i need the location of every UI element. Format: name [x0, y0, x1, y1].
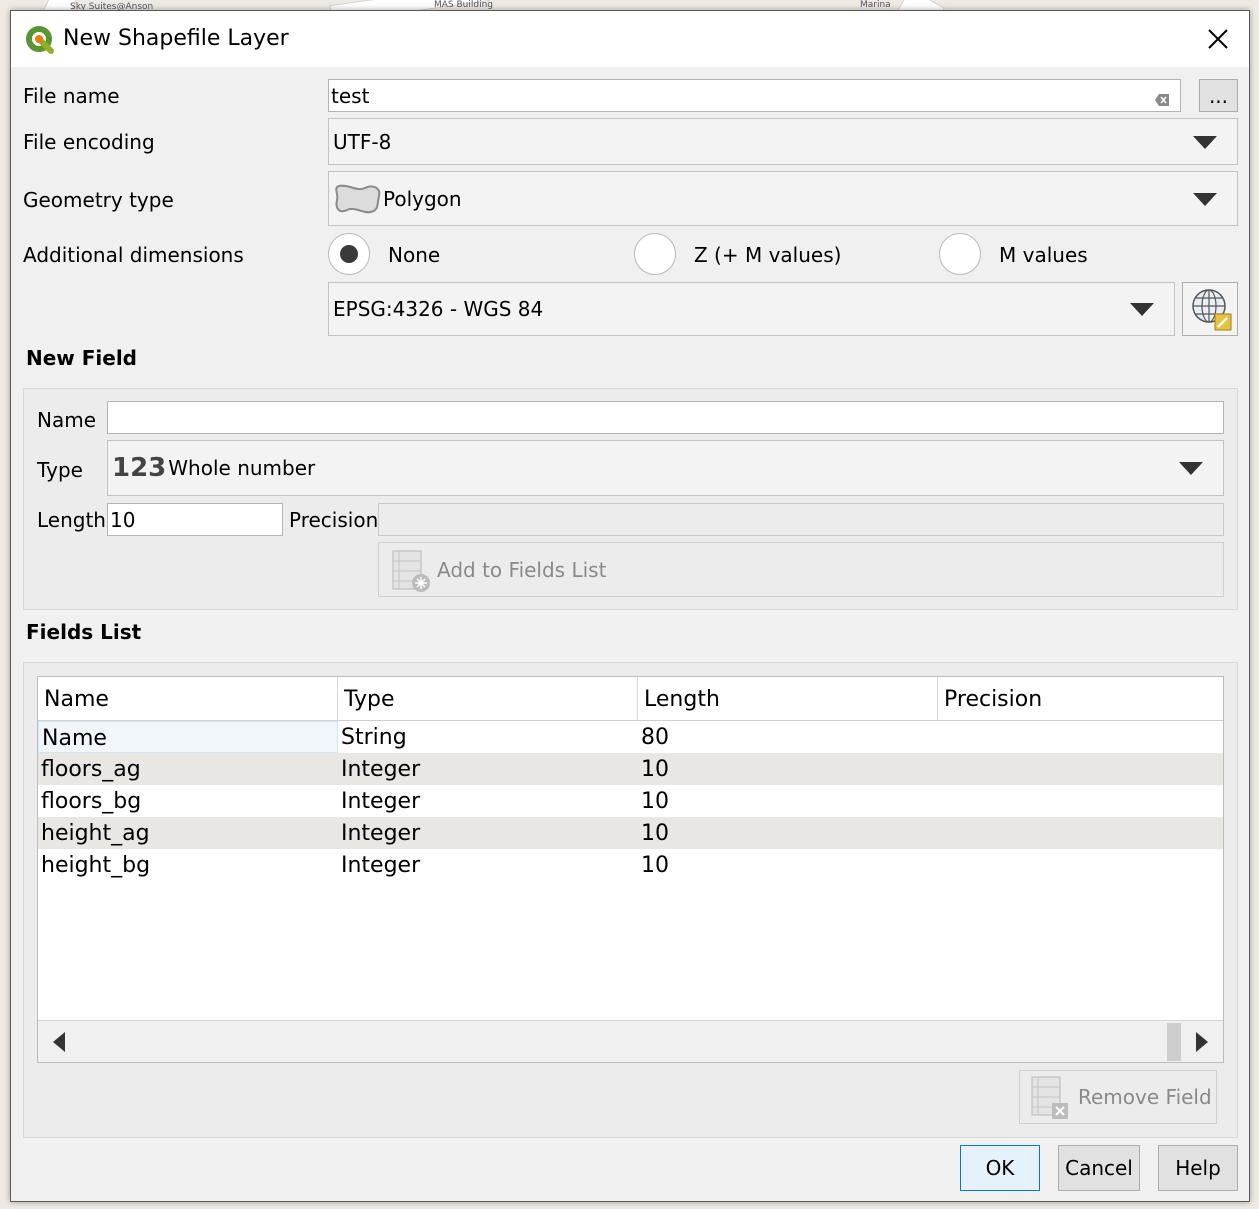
cell-precision[interactable] — [938, 849, 1223, 881]
column-header-precision[interactable]: Precision — [938, 677, 1223, 721]
new-field-type-label: Type — [37, 458, 83, 482]
horizontal-scrollbar[interactable] — [38, 1020, 1223, 1062]
crs-select[interactable]: EPSG:4326 - WGS 84 — [328, 282, 1175, 336]
radio-z-m-values-label[interactable]: Z (+ M values) — [694, 243, 841, 267]
new-field-length-value: 10 — [110, 507, 136, 532]
chevron-down-icon — [1179, 462, 1203, 475]
cell-name[interactable]: height_ag — [38, 817, 338, 849]
table-row[interactable]: Name String 80 — [38, 721, 1223, 753]
radio-z-m-values[interactable] — [634, 233, 676, 275]
chevron-down-icon — [1130, 303, 1154, 316]
cell-precision[interactable] — [938, 753, 1223, 785]
help-button[interactable]: Help — [1158, 1145, 1238, 1191]
map-label: MAS Building — [434, 0, 494, 10]
cell-type[interactable]: Integer — [338, 817, 638, 849]
arrow-right-icon — [1196, 1032, 1208, 1052]
cell-type[interactable]: Integer — [338, 849, 638, 881]
column-header-name[interactable]: Name — [38, 677, 338, 721]
new-shapefile-dialog: New Shapefile Layer File name test ... F… — [10, 10, 1250, 1202]
new-field-type-select[interactable]: 123 Whole number — [107, 440, 1224, 496]
new-field-length-label: Length — [37, 508, 106, 532]
chevron-down-icon — [1193, 192, 1217, 206]
add-to-fields-list-button[interactable]: Add to Fields List — [378, 542, 1224, 597]
crs-value: EPSG:4326 - WGS 84 — [333, 297, 544, 321]
cell-name[interactable]: floors_bg — [38, 785, 338, 817]
new-field-precision-input[interactable] — [378, 503, 1224, 536]
new-field-name-label: Name — [37, 408, 97, 432]
radio-m-values-label[interactable]: M values — [999, 243, 1088, 267]
scroll-thumb[interactable] — [1167, 1023, 1181, 1061]
file-name-field[interactable]: test — [328, 79, 1181, 112]
new-field-precision-label: Precision — [289, 508, 379, 532]
new-field-type-value: Whole number — [168, 456, 316, 480]
scroll-left-button[interactable] — [38, 1021, 80, 1062]
radio-none-label[interactable]: None — [388, 243, 440, 267]
remove-field-icon — [1028, 1073, 1074, 1121]
table-row[interactable]: floors_ag Integer 10 — [38, 753, 1223, 785]
fields-list-heading: Fields List — [26, 620, 142, 644]
cell-length[interactable]: 10 — [638, 849, 938, 881]
cell-name[interactable]: height_bg — [38, 849, 338, 881]
table-row[interactable]: floors_bg Integer 10 — [38, 785, 1223, 817]
additional-dimensions-label: Additional dimensions — [23, 243, 244, 267]
cell-length[interactable]: 10 — [638, 785, 938, 817]
file-encoding-label: File encoding — [23, 130, 155, 154]
file-name-value: test — [331, 83, 370, 108]
fields-table: Name Type Length Precision Name String 8… — [37, 676, 1224, 1063]
cell-name[interactable]: floors_ag — [38, 753, 338, 785]
map-label: Marina — [860, 0, 891, 10]
arrow-left-icon — [53, 1032, 65, 1052]
table-row[interactable]: height_bg Integer 10 — [38, 849, 1223, 881]
table-header: Name Type Length Precision — [38, 677, 1223, 721]
ok-button[interactable]: OK — [960, 1145, 1040, 1191]
new-field-name-input[interactable] — [107, 401, 1224, 434]
polygon-icon — [333, 182, 383, 216]
file-encoding-value: UTF-8 — [333, 129, 392, 154]
cell-length[interactable]: 10 — [638, 817, 938, 849]
browse-button[interactable]: ... — [1199, 79, 1238, 112]
add-to-fields-list-label: Add to Fields List — [437, 557, 607, 582]
cell-precision[interactable] — [938, 785, 1223, 817]
file-encoding-select[interactable]: UTF-8 — [328, 118, 1238, 165]
column-header-type[interactable]: Type — [338, 677, 638, 721]
cell-length[interactable]: 80 — [638, 721, 938, 753]
add-field-icon — [389, 547, 433, 593]
globe-crs-icon — [1192, 289, 1232, 331]
cell-length[interactable]: 10 — [638, 753, 938, 785]
cell-precision[interactable] — [938, 817, 1223, 849]
cell-type[interactable]: Integer — [338, 753, 638, 785]
close-icon — [1208, 29, 1228, 49]
cell-name[interactable]: Name — [38, 721, 338, 753]
close-button[interactable] — [1201, 23, 1235, 55]
file-name-label: File name — [23, 84, 120, 108]
chevron-down-icon — [1193, 135, 1217, 149]
geometry-type-value: Polygon — [383, 186, 462, 211]
geometry-type-select[interactable]: Polygon — [328, 171, 1238, 226]
scroll-track[interactable] — [80, 1023, 1167, 1061]
column-header-length[interactable]: Length — [638, 677, 938, 721]
window-title: New Shapefile Layer — [63, 26, 289, 51]
remove-field-label: Remove Field — [1078, 1085, 1212, 1109]
cell-precision[interactable] — [938, 721, 1223, 753]
title-bar: New Shapefile Layer — [11, 11, 1249, 67]
table-row[interactable]: height_ag Integer 10 — [38, 817, 1223, 849]
cancel-button[interactable]: Cancel — [1058, 1145, 1140, 1191]
cell-type[interactable]: Integer — [338, 785, 638, 817]
clear-icon[interactable] — [1154, 88, 1170, 112]
whole-number-icon: 123 — [112, 453, 167, 483]
select-crs-button[interactable] — [1182, 282, 1238, 336]
remove-field-button[interactable]: Remove Field — [1019, 1070, 1217, 1124]
cell-type[interactable]: String — [338, 721, 638, 753]
scroll-right-button[interactable] — [1181, 1021, 1223, 1062]
qgis-logo-icon — [25, 25, 55, 55]
radio-none[interactable] — [328, 233, 370, 275]
geometry-type-label: Geometry type — [23, 188, 174, 212]
new-field-heading: New Field — [26, 346, 137, 370]
radio-m-values[interactable] — [939, 233, 981, 275]
new-field-length-input[interactable]: 10 — [107, 503, 283, 536]
